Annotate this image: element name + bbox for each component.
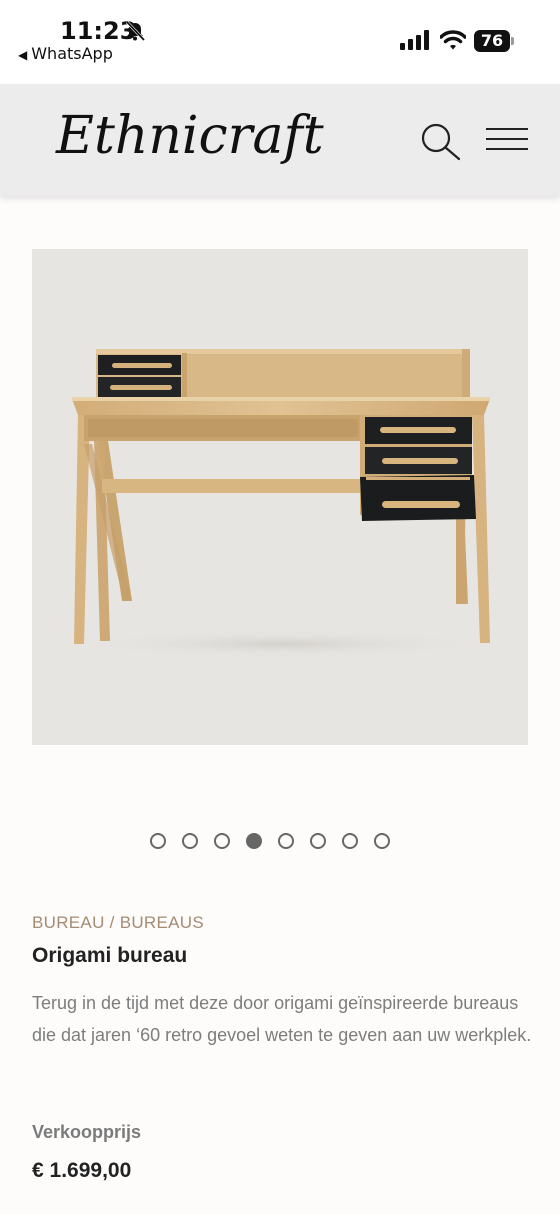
menu-line (486, 138, 528, 140)
product-price: € 1.699,00 (32, 1159, 132, 1182)
carousel-dot[interactable] (342, 833, 358, 849)
carousel-dot[interactable] (150, 833, 166, 849)
search-icon[interactable] (418, 120, 462, 164)
breadcrumb[interactable]: BUREAU / BUREAUS (32, 913, 204, 933)
hamburger-menu-icon[interactable] (486, 128, 528, 158)
product-description: Terug in de tijd met deze door origami g… (32, 993, 532, 1045)
cellular-signal-icon (400, 30, 429, 50)
carousel-dot[interactable] (246, 833, 262, 849)
back-triangle-icon: ◀ (18, 48, 28, 62)
carousel-dot[interactable] (310, 833, 326, 849)
site-header: Ethnicraft (0, 84, 560, 196)
status-bar: 11:23 ◀ WhatsApp 76 (0, 0, 560, 84)
back-app-label: WhatsApp (31, 44, 113, 63)
carousel-dot[interactable] (182, 833, 198, 849)
menu-line (486, 128, 528, 130)
back-to-app-link[interactable]: ◀ WhatsApp (18, 44, 113, 63)
desk-illustration (72, 349, 492, 658)
battery-tip (511, 37, 514, 45)
product-image[interactable] (32, 249, 528, 745)
wifi-icon (440, 30, 466, 50)
bell-muted-icon (125, 20, 146, 42)
menu-line (486, 148, 528, 150)
product-title: Origami bureau (32, 944, 188, 967)
price-label: Verkoopprijs (32, 1122, 142, 1142)
carousel-dot[interactable] (214, 833, 230, 849)
image-carousel-dots (150, 833, 390, 849)
carousel-dot[interactable] (278, 833, 294, 849)
carousel-dot[interactable] (374, 833, 390, 849)
battery-indicator: 76 (474, 30, 510, 52)
brand-logo[interactable]: Ethnicraft (56, 106, 324, 166)
